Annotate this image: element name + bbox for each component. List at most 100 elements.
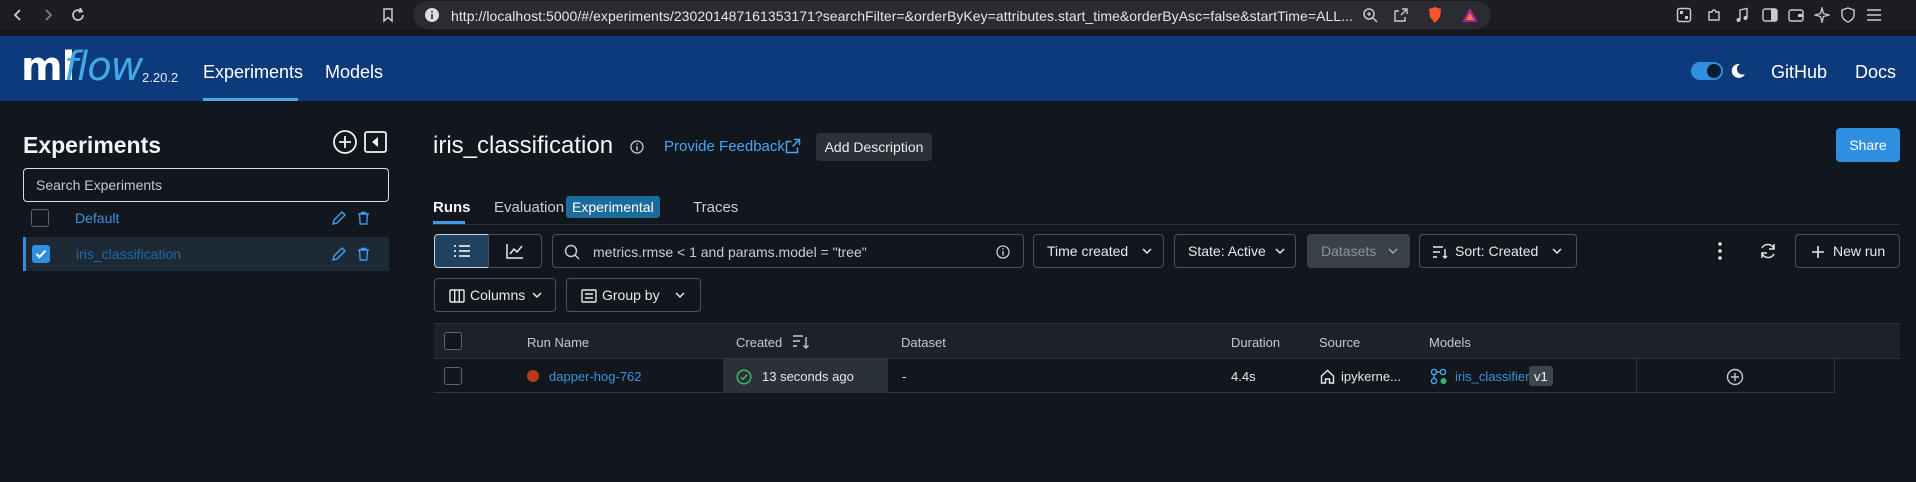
success-icon [736, 369, 752, 385]
column-header-duration[interactable]: Duration [1231, 335, 1280, 350]
menu-icon[interactable] [1864, 5, 1884, 25]
column-header-dataset[interactable]: Dataset [901, 335, 946, 350]
sidebar-title: Experiments [23, 132, 162, 158]
search-experiments-input[interactable] [23, 168, 389, 202]
columns-icon [449, 289, 465, 303]
leo-ai-icon[interactable] [1812, 5, 1832, 25]
runs-table-header: Run Name Created Dataset Duration Source… [434, 323, 1900, 359]
more-options-icon[interactable] [1716, 241, 1724, 261]
nav-experiments[interactable]: Experiments [203, 62, 303, 83]
runs-filter-input[interactable]: metrics.rmse < 1 and params.model = "tre… [552, 234, 1024, 268]
experiment-row-iris-classification[interactable]: iris_classification [23, 237, 389, 271]
source-value[interactable]: ipykerne... [1341, 369, 1401, 384]
column-header-models[interactable]: Models [1429, 335, 1471, 350]
experiment-name[interactable]: iris_classification [76, 246, 181, 262]
model-icon [1430, 368, 1447, 385]
provide-feedback-link[interactable]: Provide Feedback [664, 138, 785, 155]
chevron-down-icon [1275, 248, 1285, 255]
add-description-button[interactable]: Add Description [816, 133, 932, 161]
url-text[interactable]: http://localhost:5000/#/experiments/2302… [451, 8, 1356, 24]
sort-dropdown[interactable]: Sort: Created [1419, 234, 1577, 268]
experiment-title: iris_classification [433, 132, 614, 159]
tab-traces[interactable]: Traces [693, 199, 738, 216]
zoom-icon[interactable] [1362, 7, 1378, 23]
music-icon[interactable] [1732, 5, 1752, 25]
chevron-down-icon [1552, 248, 1562, 255]
collapse-sidebar-icon[interactable] [364, 131, 387, 153]
delete-icon[interactable] [357, 247, 370, 261]
sort-descending-icon[interactable] [792, 334, 810, 350]
extensions-icon[interactable] [1704, 5, 1724, 25]
state-label: State: Active [1188, 243, 1266, 259]
site-info-icon[interactable] [424, 7, 440, 23]
column-header-source[interactable]: Source [1319, 335, 1360, 350]
qr-icon[interactable] [1674, 5, 1694, 25]
column-header-run-name[interactable]: Run Name [527, 335, 589, 350]
chart-icon [506, 244, 523, 259]
tab-runs[interactable]: Runs [433, 199, 471, 216]
add-column-icon[interactable] [1726, 368, 1744, 386]
filter-text[interactable]: metrics.rmse < 1 and params.model = "tre… [593, 244, 867, 260]
sort-icon [1433, 246, 1448, 259]
group-icon [581, 289, 597, 303]
edit-icon[interactable] [331, 246, 347, 262]
plus-icon [1812, 246, 1824, 258]
list-icon [454, 245, 470, 257]
run-status-failed-icon [527, 370, 539, 382]
reload-icon[interactable] [68, 5, 88, 25]
state-dropdown[interactable]: State: Active [1174, 234, 1296, 268]
columns-button[interactable]: Columns [434, 278, 556, 312]
brave-rewards-icon[interactable] [1461, 7, 1479, 23]
column-header-created[interactable]: Created [736, 335, 782, 350]
vpn-icon[interactable] [1838, 5, 1858, 25]
chevron-down-icon [1388, 248, 1398, 255]
dark-mode-toggle[interactable] [1691, 62, 1723, 80]
sidebar-toggle-icon[interactable] [1760, 5, 1780, 25]
datasets-dropdown[interactable]: Datasets [1307, 234, 1410, 268]
bookmark-icon[interactable] [378, 5, 398, 25]
notebook-source-icon [1320, 369, 1335, 384]
experiment-name[interactable]: Default [75, 210, 119, 226]
chevron-down-icon [675, 292, 685, 299]
new-run-button[interactable]: New run [1795, 234, 1900, 268]
new-run-label: New run [1833, 243, 1886, 259]
time-created-label: Time created [1047, 243, 1129, 259]
brave-shield-icon[interactable] [1427, 6, 1443, 24]
address-bar[interactable]: http://localhost:5000/#/experiments/2302… [413, 1, 1491, 29]
chevron-down-icon [1142, 248, 1152, 255]
info-icon[interactable] [996, 245, 1010, 259]
back-icon[interactable] [8, 5, 28, 25]
wallet-icon[interactable] [1786, 5, 1806, 25]
share-button[interactable]: Share [1836, 128, 1900, 162]
run-name-link[interactable]: dapper-hog-762 [549, 369, 642, 384]
nav-models[interactable]: Models [325, 62, 383, 83]
share-page-icon[interactable] [1393, 7, 1409, 23]
model-version-badge[interactable]: v1 [1529, 366, 1553, 386]
info-icon[interactable] [630, 140, 644, 154]
table-view-button[interactable] [434, 234, 489, 268]
delete-icon[interactable] [357, 211, 370, 225]
model-link[interactable]: iris_classifier [1455, 369, 1529, 384]
create-experiment-icon[interactable] [332, 129, 358, 155]
experiment-checkbox-checked[interactable] [32, 245, 50, 263]
datasets-label: Datasets [1321, 243, 1377, 259]
experimental-badge: Experimental [566, 196, 660, 218]
time-created-dropdown[interactable]: Time created [1033, 234, 1164, 268]
group-by-button[interactable]: Group by [566, 278, 701, 312]
column-divider [1834, 359, 1835, 393]
github-link[interactable]: GitHub [1771, 62, 1827, 83]
docs-link[interactable]: Docs [1855, 62, 1896, 83]
refresh-icon[interactable] [1758, 242, 1778, 260]
external-link-icon[interactable] [785, 138, 801, 154]
table-row[interactable]: dapper-hog-762 13 seconds ago - 4.4s ipy… [434, 359, 1835, 393]
tab-evaluation[interactable]: Evaluation [494, 199, 564, 216]
row-checkbox[interactable] [444, 367, 462, 385]
chevron-down-icon [532, 292, 542, 299]
edit-icon[interactable] [331, 210, 347, 226]
chart-view-button[interactable] [488, 234, 542, 268]
version-label: 2.20.2 [142, 70, 179, 85]
experiment-checkbox[interactable] [31, 209, 49, 227]
forward-icon[interactable] [38, 5, 58, 25]
select-all-checkbox[interactable] [444, 332, 462, 350]
experiment-row-default[interactable]: Default [23, 201, 389, 235]
